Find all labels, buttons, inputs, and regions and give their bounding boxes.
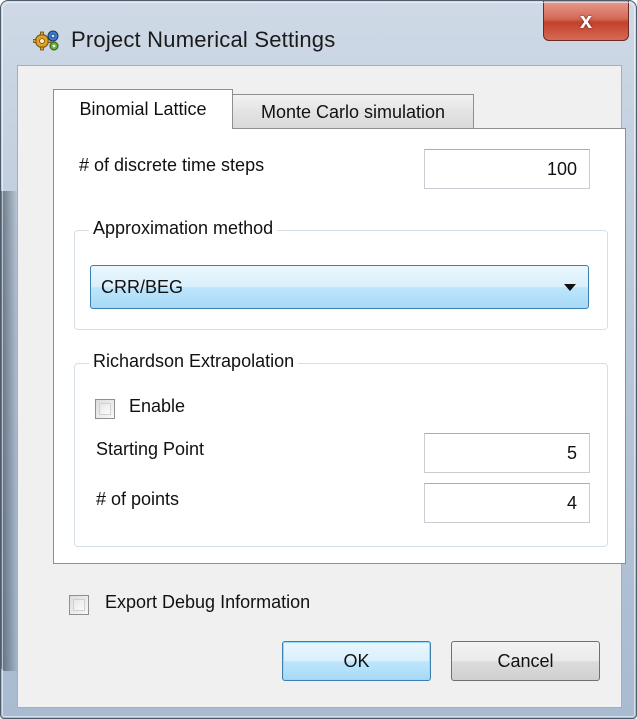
enable-label: Enable [129, 396, 186, 416]
gears-icon [32, 28, 61, 52]
tab-monte-carlo-simulation[interactable]: Monte Carlo simulation [232, 94, 474, 129]
window-title: Project Numerical Settings [71, 27, 336, 52]
cancel-button-label: Cancel [497, 650, 554, 671]
export-debug-label: Export Debug Information [105, 592, 311, 612]
export-debug-checkbox[interactable] [69, 595, 89, 615]
tab-label: Binomial Lattice [79, 99, 207, 119]
time-steps-label: # of discrete time steps [79, 155, 265, 175]
ok-button-label: OK [343, 650, 370, 671]
dialog-window: Project Numerical Settings x Monte Carlo… [0, 0, 637, 719]
cancel-button[interactable]: Cancel [451, 641, 600, 681]
dropdown-arrow-icon [564, 284, 576, 291]
enable-checkbox[interactable] [95, 399, 115, 419]
richardson-extrapolation-title: Richardson Extrapolation [89, 351, 299, 372]
approximation-method-title: Approximation method [89, 218, 278, 239]
approximation-method-select[interactable]: CRR/BEG [90, 265, 589, 309]
starting-point-input[interactable]: 5 [424, 433, 590, 473]
ok-button[interactable]: OK [282, 641, 431, 681]
tab-binomial-lattice[interactable]: Binomial Lattice [53, 89, 233, 129]
close-icon: x [579, 7, 593, 33]
approximation-method-value: CRR/BEG [101, 277, 184, 297]
close-button[interactable]: x [543, 1, 629, 41]
starting-point-label: Starting Point [96, 439, 205, 459]
num-points-label: # of points [96, 489, 180, 509]
num-points-input[interactable]: 4 [424, 483, 590, 523]
tab-label: Monte Carlo simulation [260, 101, 446, 122]
time-steps-input[interactable]: 100 [424, 149, 590, 189]
